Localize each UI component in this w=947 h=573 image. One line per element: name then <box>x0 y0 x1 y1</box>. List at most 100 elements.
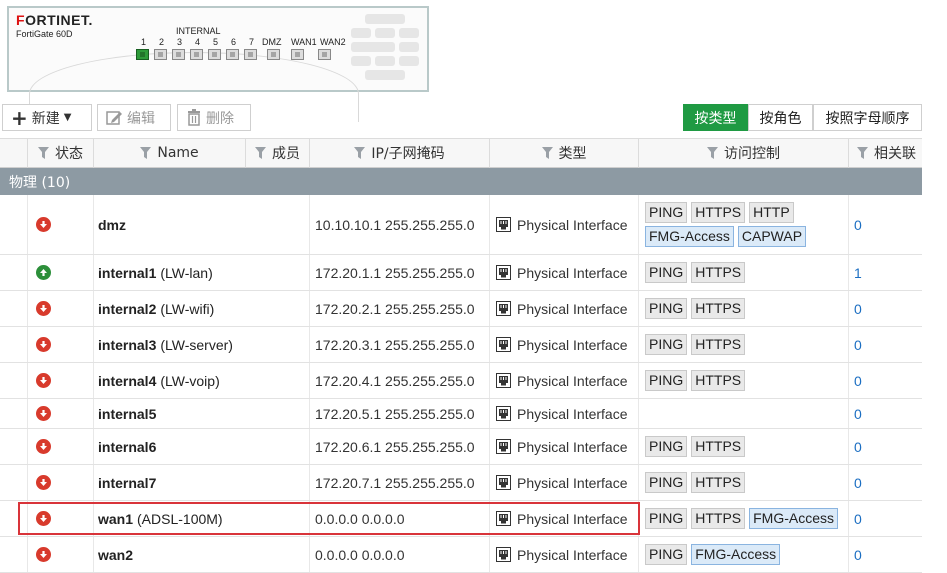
table-row[interactable]: internal3 (LW-server) 172.20.3.1 255.255.2… <box>0 327 922 363</box>
row-select-cell[interactable] <box>0 399 28 428</box>
arrow-down-status-icon <box>36 475 51 490</box>
access-cell: PING HTTPS <box>639 255 849 290</box>
device-model: FortiGate 60D <box>16 29 73 39</box>
filter-icon <box>140 147 152 159</box>
interface-name: internal4 <box>98 372 157 389</box>
access-tag: PING <box>645 544 688 565</box>
highlight-box <box>18 502 640 535</box>
ref-count-link[interactable]: 1 <box>849 255 922 290</box>
access-cell: PING HTTPS <box>639 291 849 326</box>
ref-count-link[interactable]: 0 <box>849 363 922 398</box>
interface-name: internal6 <box>98 438 157 455</box>
table-row[interactable]: internal1 (LW-lan) 172.20.1.1 255.255.255.… <box>0 255 922 291</box>
ref-count-link[interactable]: 0 <box>849 465 922 500</box>
port-icon[interactable] <box>190 49 203 60</box>
port-icon[interactable] <box>208 49 221 60</box>
row-select-cell[interactable] <box>0 537 28 572</box>
port-label: 5 <box>213 37 219 47</box>
ethernet-port-icon <box>496 217 511 232</box>
access-tag: PING <box>645 202 688 223</box>
delete-label: 删除 <box>206 110 234 127</box>
ethernet-port-icon <box>496 301 511 316</box>
interface-name: internal2 <box>98 300 157 317</box>
type-label: Physical Interface <box>517 264 628 281</box>
status-cell <box>28 195 94 254</box>
row-select-cell[interactable] <box>0 195 28 254</box>
ref-count-link[interactable]: 0 <box>849 195 922 254</box>
delete-button[interactable]: 删除 <box>177 104 251 131</box>
plus-icon: + <box>11 105 28 130</box>
type-cell: Physical Interface <box>490 291 639 326</box>
view-alphabetical-button[interactable]: 按照字母顺序 <box>813 104 922 131</box>
view-by-type-button[interactable]: 按类型 <box>683 104 748 131</box>
access-cell: PING HTTPS <box>639 429 849 464</box>
header-status[interactable]: 状态 <box>28 138 94 168</box>
header-name[interactable]: Name <box>94 138 246 168</box>
access-cell: PING HTTPS <box>639 327 849 362</box>
port-icon[interactable] <box>154 49 167 60</box>
header-members[interactable]: 成员 <box>246 138 310 168</box>
ip-cell: 172.20.6.1 255.255.255.0 <box>310 429 490 464</box>
row-select-cell[interactable] <box>0 429 28 464</box>
row-select-cell[interactable] <box>0 255 28 290</box>
ref-count-link[interactable]: 0 <box>849 291 922 326</box>
view-by-role-button[interactable]: 按角色 <box>748 104 813 131</box>
port-icon[interactable] <box>136 49 149 60</box>
ip-cell: 172.20.5.1 255.255.255.0 <box>310 399 490 428</box>
access-cell <box>639 399 849 428</box>
header-access[interactable]: 访问控制 <box>639 138 849 168</box>
port-icon[interactable] <box>244 49 257 60</box>
arrow-down-status-icon <box>36 406 51 421</box>
header-ref[interactable]: 相关联 <box>849 138 922 168</box>
name-cell: dmz <box>94 195 310 254</box>
port-icon[interactable] <box>172 49 185 60</box>
ref-count-link[interactable]: 0 <box>849 429 922 464</box>
table-row[interactable]: wan2 0.0.0.0 0.0.0.0 Physical Interface PIN… <box>0 537 922 573</box>
row-select-cell[interactable] <box>0 363 28 398</box>
ref-count-link[interactable]: 0 <box>849 501 922 536</box>
status-cell <box>28 429 94 464</box>
access-tag: HTTPS <box>691 436 746 457</box>
ref-count-link[interactable]: 0 <box>849 327 922 362</box>
create-new-button[interactable]: + 新建 ▼ <box>2 104 92 131</box>
header-ref-label: 相关联 <box>874 146 916 162</box>
ref-count-link[interactable]: 0 <box>849 399 922 428</box>
ethernet-port-icon <box>496 475 511 490</box>
edit-button[interactable]: 编辑 <box>97 104 171 131</box>
interface-alias: (LW-wifi) <box>160 300 215 317</box>
table-row[interactable]: internal4 (LW-voip) 172.20.4.1 255.255.255… <box>0 363 922 399</box>
table-row[interactable]: internal6 172.20.6.1 255.255.255.0 Physica… <box>0 429 922 465</box>
group-header-physical[interactable]: 物理 (10) <box>0 168 922 195</box>
table-row[interactable]: internal7 172.20.7.1 255.255.255.0 Physica… <box>0 465 922 501</box>
filter-icon <box>857 147 868 159</box>
name-cell: wan2 <box>94 537 310 572</box>
name-cell: internal4 (LW-voip) <box>94 363 310 398</box>
type-label: Physical Interface <box>517 474 628 491</box>
port-icon[interactable] <box>226 49 239 60</box>
type-label: Physical Interface <box>517 216 628 233</box>
table-row[interactable]: dmz 10.10.10.1 255.255.255.0 Physical Inte… <box>0 195 922 255</box>
access-tag: HTTPS <box>691 298 746 319</box>
row-select-cell[interactable] <box>0 465 28 500</box>
header-ip[interactable]: IP/子网掩码 <box>310 138 490 168</box>
interface-name: internal3 <box>98 336 157 353</box>
row-select-cell[interactable] <box>0 291 28 326</box>
interface-name: internal1 <box>98 264 157 281</box>
row-select-cell[interactable] <box>0 327 28 362</box>
port-icon[interactable] <box>267 49 280 60</box>
port-icon[interactable] <box>291 49 304 60</box>
header-ip-label: IP/子网掩码 <box>371 146 445 162</box>
type-label: Physical Interface <box>517 405 628 422</box>
status-cell <box>28 399 94 428</box>
header-select-column <box>0 138 28 168</box>
view-by-role-label: 按角色 <box>759 110 802 127</box>
access-tag: FMG-Access <box>749 508 839 529</box>
table-row[interactable]: internal5 172.20.5.1 255.255.255.0 Physica… <box>0 399 922 429</box>
header-type[interactable]: 类型 <box>490 138 639 168</box>
name-cell: internal5 <box>94 399 310 428</box>
group-label: 物理 (10) <box>9 174 71 191</box>
view-by-type-label: 按类型 <box>694 110 737 127</box>
ref-count-link[interactable]: 0 <box>849 537 922 572</box>
port-icon[interactable] <box>318 49 331 60</box>
table-row[interactable]: internal2 (LW-wifi) 172.20.2.1 255.255.255… <box>0 291 922 327</box>
